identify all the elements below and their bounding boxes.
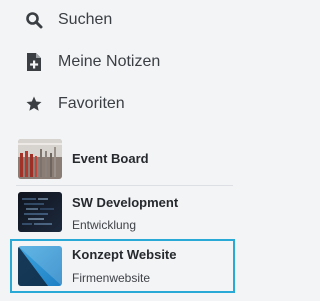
board-item-sw-development[interactable]: SW Development Entwicklung xyxy=(12,188,233,236)
board-thumbnail xyxy=(18,139,62,179)
board-title: Konzept Website xyxy=(72,247,177,262)
star-icon xyxy=(24,94,44,114)
nav-item-label: Suchen xyxy=(58,11,113,28)
board-subtitle: Firmenwebsite xyxy=(72,271,151,285)
sidebar-menu: Suchen Meine Notizen Favoriten Event Boa… xyxy=(0,0,245,301)
board-subtitle: Entwicklung xyxy=(72,218,137,232)
board-item-event-board[interactable]: Event Board xyxy=(12,138,233,180)
board-thumbnail xyxy=(18,246,62,286)
nav-item-favorites[interactable]: Favoriten xyxy=(0,84,245,124)
nav-item-my-notes[interactable]: Meine Notizen xyxy=(0,42,245,82)
nav-item-label: Meine Notizen xyxy=(58,53,161,70)
board-item-konzept-website[interactable]: Konzept Website Firmenwebsite xyxy=(10,239,235,293)
board-thumbnail xyxy=(18,192,62,232)
nav-item-search[interactable]: Suchen xyxy=(0,0,245,40)
nav-item-label: Favoriten xyxy=(58,95,125,112)
search-icon xyxy=(24,10,44,30)
board-title: SW Development xyxy=(72,195,179,210)
note-add-icon xyxy=(24,52,44,72)
board-title: Event Board xyxy=(72,151,149,166)
divider xyxy=(16,185,233,186)
